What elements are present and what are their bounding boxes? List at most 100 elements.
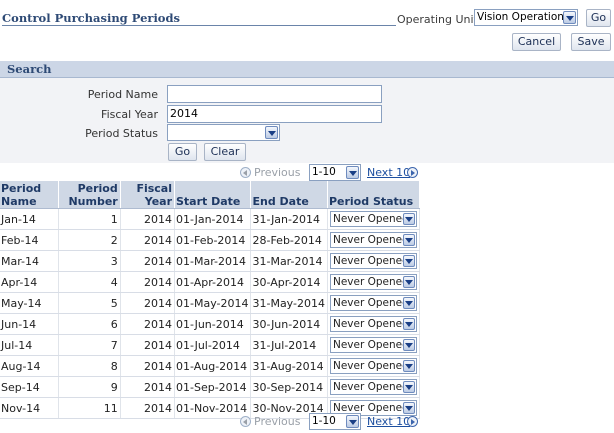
period-status-text: Never Opened [332,255,409,267]
period-status-text: Never Opened [332,360,409,372]
fiscal-year-input[interactable]: 2014 [167,105,382,123]
operating-unit-select[interactable]: Vision Operations [474,9,578,26]
table-row: Mar-14 3 2014 01-Mar-2014 31-Mar-2014 Never O… [0,250,421,272]
period-number-cell: 1 [58,208,121,230]
table-row: Sep-14 9 2014 01-Sep-2014 30-Sep-2014 Never O… [0,376,421,398]
table-row: May-14 5 2014 01-May-2014 31-May-2014 Never O… [0,292,421,314]
chevron-down-icon [346,166,359,179]
period-name-input[interactable] [167,85,382,103]
period-number-cell: 7 [58,334,121,356]
next-link[interactable]: Next 10 [367,415,410,428]
fiscal-year-cell: 2014 [120,376,176,398]
period-status-select[interactable] [167,124,280,141]
start-date-cell: 01-Mar-2014 [174,250,252,272]
range-value: 1-10 [312,166,336,178]
period-status-dropdown[interactable]: Never Opened [329,253,417,269]
table-row: Jan-14 1 2014 01-Jan-2014 31-Jan-2014 Never O… [0,208,421,230]
period-status-cell: Never Opened [327,313,421,335]
start-date-cell: 01-Jun-2014 [174,313,252,335]
table-row: Aug-14 8 2014 01-Aug-2014 31-Aug-2014 Never O… [0,355,421,377]
period-status-dropdown[interactable]: Never Opened [329,295,417,311]
period-status-dropdown[interactable]: Never Opened [329,232,417,248]
period-name-cell: Aug-14 [0,355,59,377]
fiscal-year-cell: 2014 [120,292,176,314]
operating-unit-go-button[interactable]: Go [586,9,611,27]
period-status-cell: Never Opened [327,208,421,230]
range-value: 1-10 [312,415,336,427]
fiscal-year-cell: 2014 [120,313,176,335]
period-status-dropdown[interactable]: Never Opened [329,316,417,332]
period-name-label: Period Name [87,88,158,101]
next-icon[interactable] [407,416,418,427]
table-row: Apr-14 4 2014 01-Apr-2014 30-Apr-2014 Never O… [0,271,421,293]
col-header-period-number: Period Number [58,181,121,209]
chevron-down-icon [402,255,415,267]
period-status-dropdown[interactable]: Never Opened [329,337,417,353]
operating-unit-label: Operating Unit [397,13,478,26]
period-status-dropdown[interactable]: Never Opened [329,211,417,227]
end-date-cell: 31-Aug-2014 [250,355,328,377]
next-link[interactable]: Next 10 [367,166,410,179]
period-status-text: Never Opened [332,297,409,309]
range-select[interactable]: 1-10 [309,164,361,181]
period-status-cell: Never Opened [327,376,421,398]
period-number-cell: 11 [58,397,121,419]
search-header-bar [0,61,614,78]
period-number-cell: 3 [58,250,121,272]
chevron-down-icon [265,126,278,139]
period-number-cell: 6 [58,313,121,335]
period-status-cell: Never Opened [327,292,421,314]
chevron-down-icon [402,234,415,246]
range-select[interactable]: 1-10 [309,413,361,430]
cancel-button[interactable]: Cancel [512,33,561,51]
start-date-cell: 01-Jan-2014 [174,208,252,230]
chevron-down-icon [402,297,415,309]
save-button[interactable]: Save [571,33,611,51]
period-name-cell: Apr-14 [0,271,59,293]
period-status-cell: Never Opened [327,229,421,251]
period-status-text: Never Opened [332,381,409,393]
fiscal-year-cell: 2014 [120,355,176,377]
previous-link: Previous [254,166,301,179]
chevron-down-icon [402,360,415,372]
end-date-cell: 28-Feb-2014 [250,229,328,251]
operating-unit-value: Vision Operations [477,11,570,23]
start-date-cell: 01-Sep-2014 [174,376,252,398]
fiscal-year-cell: 2014 [120,208,176,230]
fiscal-year-cell: 2014 [120,250,176,272]
period-number-cell: 8 [58,355,121,377]
period-status-label: Period Status [85,127,158,140]
chevron-down-icon [402,339,415,351]
period-name-cell: Mar-14 [0,250,59,272]
chevron-down-icon [563,11,576,24]
period-status-cell: Never Opened [327,250,421,272]
period-name-cell: Jul-14 [0,334,59,356]
chevron-down-icon [346,415,359,428]
chevron-down-icon [402,213,415,225]
period-status-cell: Never Opened [327,355,421,377]
next-icon[interactable] [407,167,418,178]
fiscal-year-cell: 2014 [120,397,176,419]
fiscal-year-cell: 2014 [120,334,176,356]
periods-table: Period Name Period Number Fiscal Year St… [0,181,421,419]
start-date-cell: 01-Feb-2014 [174,229,252,251]
end-date-cell: 31-Jan-2014 [250,208,328,230]
col-header-start-date: Start Date [174,181,252,209]
clear-button[interactable]: Clear [204,143,246,161]
period-number-cell: 2 [58,229,121,251]
search-go-button[interactable]: Go [168,143,197,161]
chevron-down-icon [402,276,415,288]
search-header: Search [7,62,52,76]
chevron-down-icon [402,381,415,393]
period-status-text: Never Opened [332,213,409,225]
period-status-dropdown[interactable]: Never Opened [329,358,417,374]
period-name-cell: Feb-14 [0,229,59,251]
period-status-dropdown[interactable]: Never Opened [329,379,417,395]
period-status-text: Never Opened [332,234,409,246]
end-date-cell: 30-Jun-2014 [250,313,328,335]
table-row: Jul-14 7 2014 01-Jul-2014 31-Jul-2014 Never O… [0,334,421,356]
period-name-cell: Jun-14 [0,313,59,335]
col-header-period-status: Period Status [327,181,421,209]
period-status-dropdown[interactable]: Never Opened [329,274,417,290]
period-name-cell: May-14 [0,292,59,314]
